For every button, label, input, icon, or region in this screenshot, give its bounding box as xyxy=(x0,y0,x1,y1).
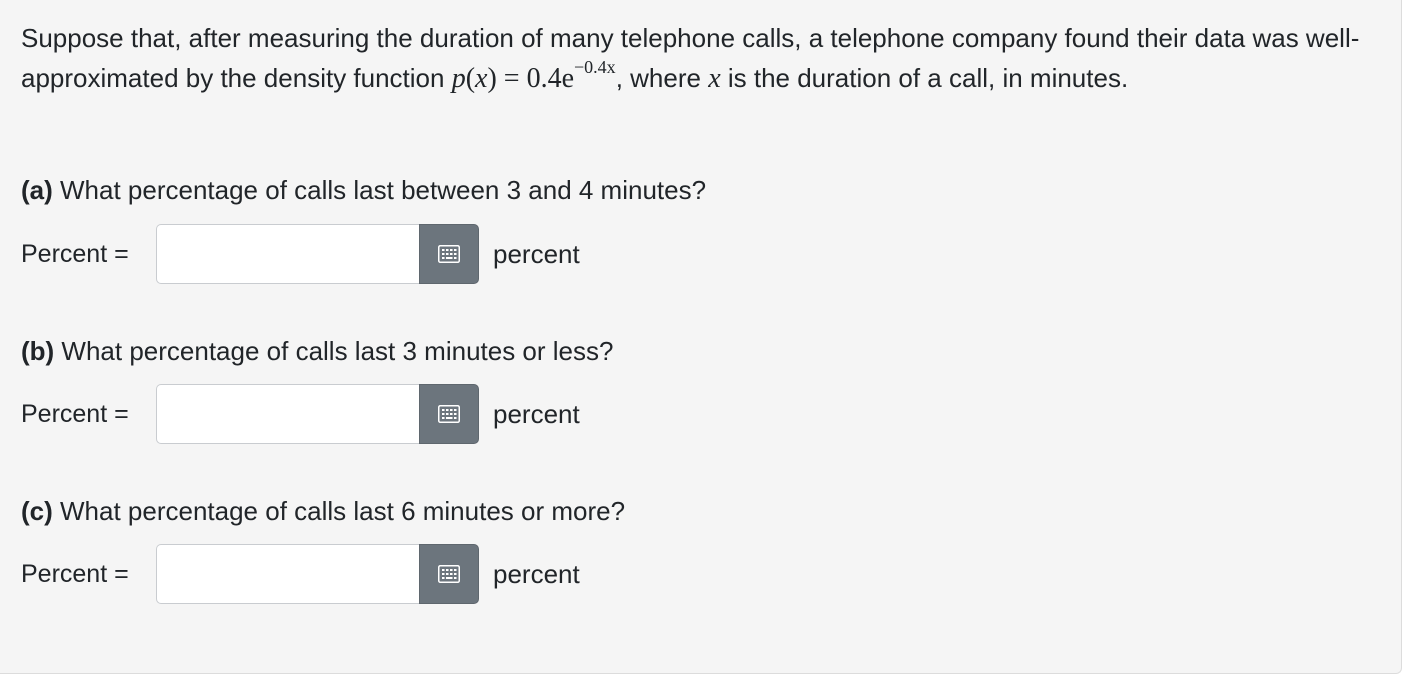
answer-a-label: Percent = xyxy=(21,239,129,268)
answer-c-keypad-button[interactable] xyxy=(419,544,479,604)
intro-text-middle: , where xyxy=(615,63,709,93)
answer-a-keypad-button[interactable] xyxy=(419,224,479,284)
answer-b-input-group xyxy=(156,384,479,444)
answer-b-input[interactable] xyxy=(156,384,419,444)
answer-c-label: Percent = xyxy=(21,559,129,588)
formula-exponent: −0.4x xyxy=(574,57,616,77)
answer-b-keypad-button[interactable] xyxy=(419,384,479,444)
keypad-icon xyxy=(438,405,460,423)
question-b-tag: (b) xyxy=(21,336,55,366)
answer-row-a: Percent = percent xyxy=(21,224,580,284)
question-a: (a) What percentage of calls last betwee… xyxy=(21,173,706,207)
density-formula: p(x) = 0.4e−0.4x xyxy=(451,57,616,94)
answer-b-label: Percent = xyxy=(21,399,129,428)
answer-a-input[interactable] xyxy=(156,224,419,284)
question-c-tag: (c) xyxy=(21,496,53,526)
keypad-icon xyxy=(438,565,460,583)
formula-variable: x xyxy=(475,63,488,94)
question-b: (b) What percentage of calls last 3 minu… xyxy=(21,334,613,368)
formula-rhs: 0.4e xyxy=(526,63,575,94)
answer-row-c: Percent = percent xyxy=(21,544,580,604)
formula-function-name: p xyxy=(451,63,466,94)
question-c: (c) What percentage of calls last 6 minu… xyxy=(21,494,625,528)
answer-a-unit: percent xyxy=(493,238,580,269)
question-b-text: What percentage of calls last 3 minutes … xyxy=(54,336,614,366)
question-a-tag: (a) xyxy=(21,175,53,205)
answer-a-input-group xyxy=(156,224,479,284)
answer-c-input[interactable] xyxy=(156,544,419,604)
problem-statement: Suppose that, after measuring the durati… xyxy=(21,18,1381,99)
answer-b-unit: percent xyxy=(493,398,580,429)
answer-c-unit: percent xyxy=(493,558,580,589)
question-c-text: What percentage of calls last 6 minutes … xyxy=(52,496,626,526)
intro-text-after: is the duration of a call, in minutes. xyxy=(720,63,1129,93)
answer-c-input-group xyxy=(156,544,479,604)
keypad-icon xyxy=(438,245,460,263)
question-card: Suppose that, after measuring the durati… xyxy=(0,0,1402,674)
question-a-text: What percentage of calls last between 3 … xyxy=(52,175,707,205)
inline-variable: x xyxy=(708,63,721,94)
answer-row-b: Percent = percent xyxy=(21,384,580,444)
